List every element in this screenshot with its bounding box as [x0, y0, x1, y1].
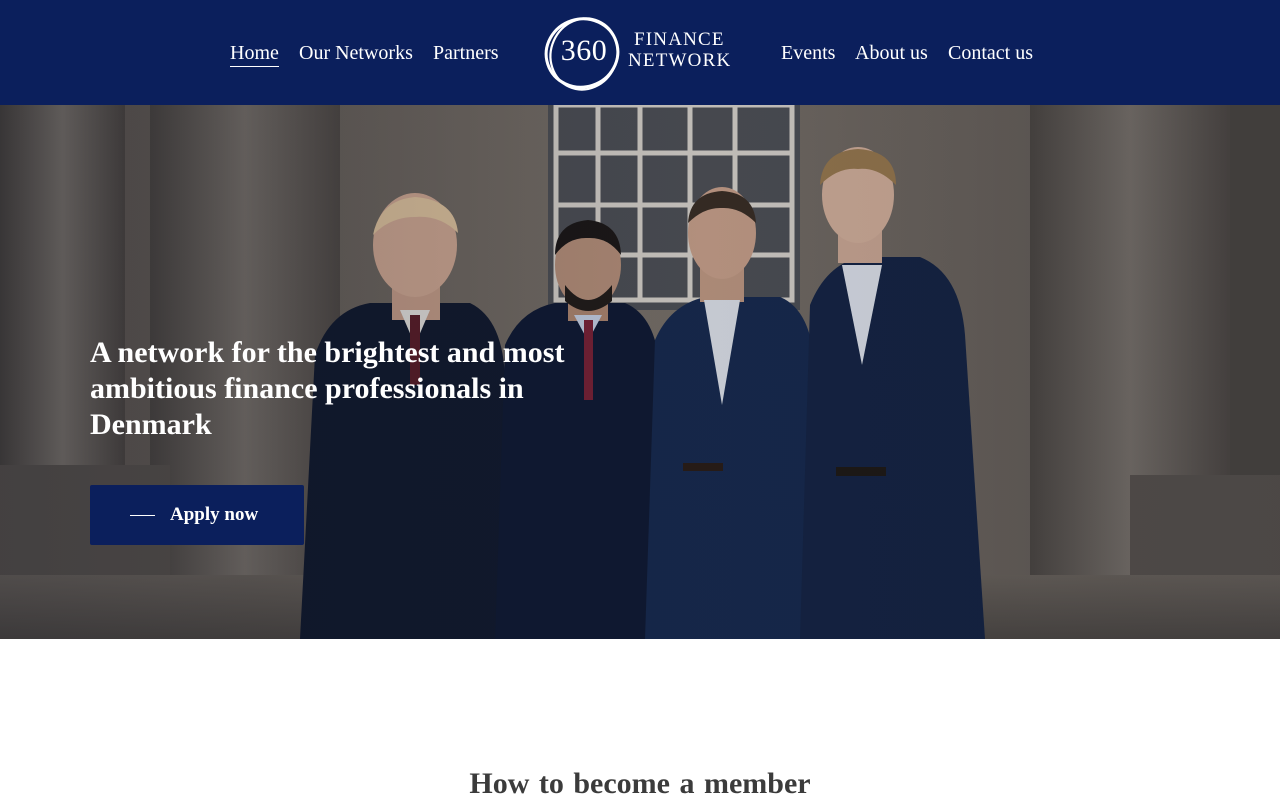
- apply-now-button[interactable]: Apply now: [90, 485, 304, 545]
- hero-headline: A network for the brightest and most amb…: [90, 336, 565, 441]
- nav-about-us-link[interactable]: About us: [855, 40, 928, 66]
- hero-section: A network for the brightest and most amb…: [0, 105, 1280, 639]
- nav-home-link[interactable]: Home: [230, 40, 279, 67]
- apply-now-label: Apply now: [170, 504, 259, 525]
- logo-number: 360: [560, 34, 608, 67]
- nav-our-networks-link[interactable]: Our Networks: [299, 40, 413, 66]
- dash-line-icon: [130, 515, 155, 516]
- nav-events-link[interactable]: Events: [781, 40, 835, 66]
- nav-partners-link[interactable]: Partners: [433, 40, 499, 66]
- site-logo[interactable]: 360 FINANCE NETWORK: [538, 10, 738, 96]
- logo-word-finance: FINANCE: [634, 29, 725, 50]
- logo-word-network: NETWORK: [628, 50, 732, 71]
- how-to-become-member-heading: How to become a member: [469, 767, 811, 800]
- nav-contact-us-link[interactable]: Contact us: [948, 40, 1033, 66]
- site-header: Home Our Networks Partners 360 FINANCE N…: [0, 0, 1280, 105]
